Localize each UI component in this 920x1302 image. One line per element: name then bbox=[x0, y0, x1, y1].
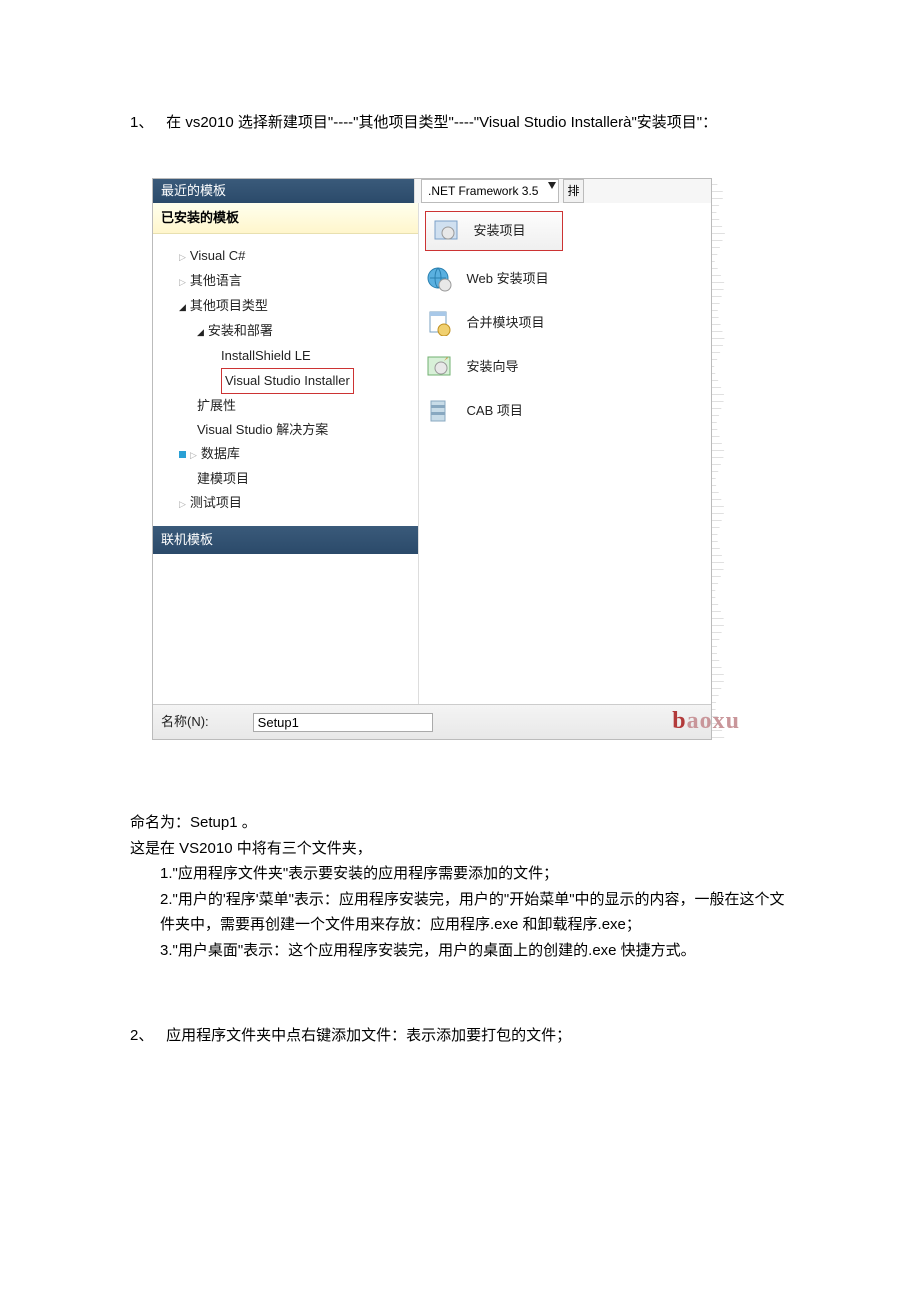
templates-tree-pane: 已安装的模板 Visual C# 其他语言 其他项目类型 安装和部署 Insta… bbox=[153, 203, 419, 704]
tree-item-installshield[interactable]: InstallShield LE bbox=[167, 344, 418, 368]
torn-edge-bottom bbox=[152, 740, 712, 754]
tree-item-test[interactable]: 测试项目 bbox=[167, 491, 418, 516]
watermark-rest: aoxu bbox=[687, 708, 740, 734]
project-type-setup-label: 安装项目 bbox=[474, 220, 526, 242]
project-type-cab-label: CAB 项目 bbox=[467, 400, 523, 422]
tree-item-visual-csharp[interactable]: Visual C# bbox=[167, 244, 418, 269]
step-2-body: 应用程序文件夹中点右键添加文件：表示添加要打包的文件； bbox=[166, 1027, 571, 1044]
step-1-body-a: 在 vs2010 选择新建项目"----"其他项目类型"----"Visual … bbox=[166, 114, 623, 131]
project-types-pane: 安装项目 Web 安装项目 合并模块项目 bbox=[419, 203, 711, 704]
merge-module-icon bbox=[425, 309, 453, 337]
tree-item-vs-installer[interactable]: Visual Studio Installer bbox=[167, 368, 418, 394]
project-type-merge-module[interactable]: 合并模块项目 bbox=[425, 301, 711, 345]
web-setup-icon bbox=[425, 265, 453, 293]
folder-2-line: 2."用户的'程序'菜单"表示：应用程序安装完，用户的"开始菜单"中的显示的内容… bbox=[130, 887, 790, 938]
setup-wizard-icon bbox=[425, 353, 453, 381]
tree-item-other-languages[interactable]: 其他语言 bbox=[167, 269, 418, 294]
folder-3-line: 3."用户桌面"表示：这个应用程序安装完，用户的桌面上的创建的.exe 快捷方式… bbox=[130, 938, 790, 964]
watermark: baoxu bbox=[672, 701, 740, 742]
online-templates-header[interactable]: 联机模板 bbox=[153, 526, 418, 554]
tree-item-setup-deploy[interactable]: 安装和部署 bbox=[167, 319, 418, 344]
project-type-setup-wizard[interactable]: 安装向导 bbox=[425, 345, 711, 389]
tree-item-database-label: 数据库 bbox=[190, 446, 240, 461]
project-type-wizard-label: 安装向导 bbox=[467, 356, 519, 378]
tree-item-extensibility[interactable]: 扩展性 bbox=[167, 394, 418, 418]
tree-item-database[interactable]: 数据库 bbox=[167, 442, 418, 467]
db-bullet-icon bbox=[179, 451, 186, 458]
sort-button[interactable]: 排 bbox=[563, 179, 583, 203]
rename-line: 命名为：Setup1 。 bbox=[130, 810, 790, 836]
watermark-b: b bbox=[672, 708, 686, 734]
step-1-body-b: "安装项目"： bbox=[631, 114, 717, 131]
project-type-web-setup-label: Web 安装项目 bbox=[467, 268, 549, 290]
recent-templates-header[interactable]: 最近的模板 bbox=[153, 179, 414, 203]
installed-templates-header[interactable]: 已安装的模板 bbox=[153, 203, 418, 234]
tree-item-vs-solution[interactable]: Visual Studio 解决方案 bbox=[167, 418, 418, 442]
framework-sort-bar: .NET Framework 3.5 排 bbox=[414, 179, 711, 203]
step-1-number: 1、 bbox=[130, 110, 162, 136]
folder-1-line: 1."应用程序文件夹"表示要安装的应用程序需要添加的文件； bbox=[130, 861, 790, 887]
step-2-text: 2、 应用程序文件夹中点右键添加文件：表示添加要打包的文件； bbox=[130, 1023, 790, 1049]
tree-item-modeling[interactable]: 建模项目 bbox=[167, 467, 418, 491]
project-type-merge-label: 合并模块项目 bbox=[467, 312, 545, 334]
cab-project-icon bbox=[425, 397, 453, 425]
project-type-setup[interactable]: 安装项目 bbox=[425, 211, 563, 251]
project-type-web-setup[interactable]: Web 安装项目 bbox=[425, 257, 711, 301]
project-name-input[interactable] bbox=[253, 713, 433, 732]
folders-intro-line: 这是在 VS2010 中将有三个文件夹， bbox=[130, 836, 790, 862]
description-text: 命名为：Setup1 。 这是在 VS2010 中将有三个文件夹， 1."应用程… bbox=[130, 810, 790, 963]
setup-project-icon bbox=[432, 217, 460, 245]
vs-screenshot: 最近的模板 .NET Framework 3.5 排 已安装的模板 Visual… bbox=[152, 178, 712, 741]
framework-dropdown[interactable]: .NET Framework 3.5 bbox=[421, 179, 559, 203]
tree-item-vs-installer-label: Visual Studio Installer bbox=[221, 368, 354, 394]
step-1-text: 1、 在 vs2010 选择新建项目"----"其他项目类型"----"Visu… bbox=[130, 110, 790, 136]
step-2-number: 2、 bbox=[130, 1023, 162, 1049]
project-type-cab[interactable]: CAB 项目 bbox=[425, 389, 711, 433]
name-row: 名称(N): bbox=[153, 704, 711, 739]
chevron-down-icon bbox=[548, 182, 556, 189]
tree-item-other-project-types[interactable]: 其他项目类型 bbox=[167, 294, 418, 319]
name-label: 名称(N): bbox=[161, 711, 209, 733]
torn-edge-right bbox=[712, 178, 725, 741]
framework-label: .NET Framework 3.5 bbox=[428, 184, 538, 198]
